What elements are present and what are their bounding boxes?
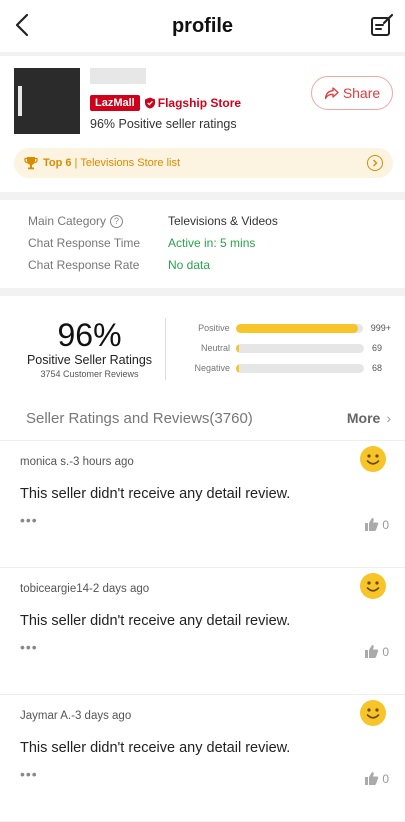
review-text: This seller didn't receive any detail re… — [20, 613, 291, 629]
positive-percent: 96% — [57, 317, 122, 353]
share-icon — [324, 87, 339, 100]
like-count: 0 — [382, 517, 389, 532]
trophy-icon — [24, 157, 38, 170]
top-bar: profile — [0, 0, 405, 52]
store-card: LazMall Flagship Store 96% Positive sell… — [0, 56, 405, 192]
info-row-main-category: Main Category? Televisions & Videos — [28, 210, 391, 232]
positive-ratings-text: 96% Positive seller ratings — [90, 117, 237, 131]
like-count: 0 — [382, 771, 389, 786]
info-label: Chat Response Time — [28, 236, 141, 250]
edit-button[interactable] — [369, 13, 395, 39]
review-item: Jaymar A.-3 days ago This seller didn't … — [0, 694, 405, 821]
more-options-button[interactable]: ••• — [20, 766, 391, 782]
like-button[interactable]: 0 — [364, 771, 389, 786]
share-label: Share — [342, 85, 381, 101]
edit-note-icon — [371, 13, 394, 36]
share-button[interactable]: Share — [311, 76, 393, 110]
flagship-store-label: Flagship Store — [157, 96, 242, 110]
smiley-icon — [360, 446, 386, 472]
review-item: tobiceargie14-2 days ago This seller did… — [0, 567, 405, 694]
like-button[interactable]: 0 — [364, 644, 389, 659]
bar-fill — [236, 363, 239, 373]
lazmall-badge: LazMall — [90, 95, 140, 111]
info-row-chat-response-rate: Chat Response Rate No data — [28, 254, 391, 276]
store-logo — [14, 68, 80, 134]
review-meta: monica s.-3 hours ago — [20, 456, 134, 468]
review-text: This seller didn't receive any detail re… — [20, 740, 291, 756]
rank-list-label: Televisions Store list — [80, 157, 181, 169]
review-text: This seller didn't receive any detail re… — [20, 486, 291, 502]
customer-review-count: 3754 Customer Reviews — [40, 369, 139, 379]
positive-label: Positive Seller Ratings — [26, 353, 153, 367]
info-value: Active in: 5 mins — [168, 236, 256, 250]
chevron-left-icon — [15, 13, 29, 37]
back-button[interactable] — [8, 10, 36, 40]
info-label: Chat Response Rate — [28, 258, 140, 272]
seller-profile-page: profile LazMall Flagship Store 96% Posit… — [0, 0, 405, 822]
like-count: 0 — [382, 644, 389, 659]
bar-fill — [235, 323, 358, 333]
more-options-button[interactable]: ••• — [20, 512, 391, 528]
like-button[interactable]: 0 — [364, 517, 389, 532]
help-icon[interactable]: ? — [110, 214, 124, 228]
rank-label: Top 6 — [43, 157, 72, 169]
smiley-icon — [360, 573, 386, 599]
info-row-chat-response-time: Chat Response Time Active in: 5 mins — [28, 232, 391, 254]
review-meta: tobiceargie14-2 days ago — [20, 583, 150, 595]
rating-breakdown: Positive 999+ Neutral 69 Negative 68 — [186, 318, 391, 396]
overall-rating: 96% Positive Seller Ratings 3754 Custome… — [14, 318, 166, 380]
bar-fill — [236, 343, 239, 353]
reviews-header: Seller Ratings and Reviews(3760) More › — [26, 396, 391, 440]
rating-bar-positive: Positive 999+ — [198, 323, 391, 333]
chevron-right-icon: › — [386, 410, 391, 426]
info-value: No data — [168, 258, 211, 272]
store-info-section: Main Category? Televisions & Videos Chat… — [0, 200, 405, 288]
reviews-title: Seller Ratings and Reviews(3760) — [26, 409, 253, 427]
more-options-button[interactable]: ••• — [20, 639, 391, 655]
store-rank-banner[interactable]: Top 6 | Televisions Store list — [14, 148, 393, 178]
info-value: Televisions & Videos — [168, 214, 278, 228]
info-label: Main Category — [28, 214, 107, 228]
more-button[interactable]: More › — [347, 410, 391, 426]
rating-bar-negative: Negative 68 — [194, 363, 383, 373]
thumbs-up-icon — [365, 772, 379, 785]
chevron-right-circle-icon — [367, 155, 383, 171]
smiley-icon — [360, 700, 386, 726]
ratings-summary: 96% Positive Seller Ratings 3754 Custome… — [0, 296, 405, 440]
verified-shield-icon — [144, 97, 155, 109]
page-title: profile — [171, 14, 234, 37]
store-name-redacted — [90, 68, 146, 84]
thumbs-up-icon — [365, 645, 379, 658]
rating-bar-neutral: Neutral 69 — [200, 343, 383, 353]
thumbs-up-icon — [365, 518, 379, 531]
review-meta: Jaymar A.-3 days ago — [20, 710, 132, 722]
review-item: monica s.-3 hours ago This seller didn't… — [0, 440, 405, 567]
